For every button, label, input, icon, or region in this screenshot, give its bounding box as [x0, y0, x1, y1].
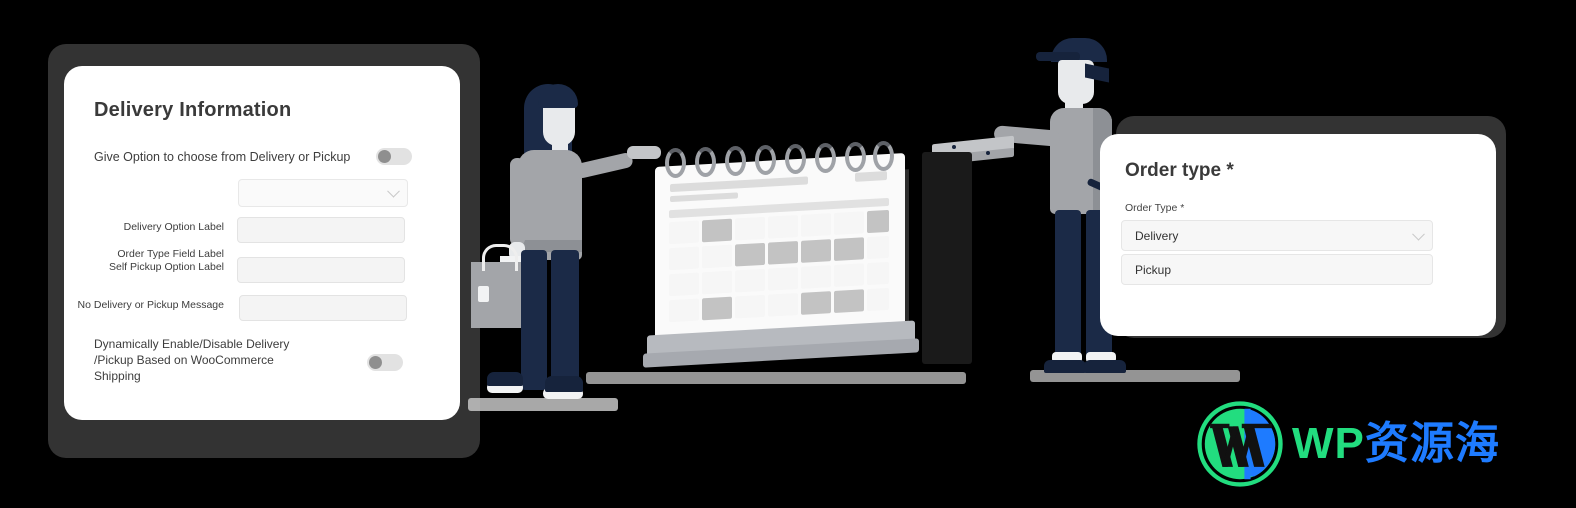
- pizza-box-dot: [986, 151, 990, 155]
- calendar-cell: [834, 211, 864, 235]
- shopper-left-shoe: [487, 372, 523, 386]
- calendar-cell: [669, 220, 699, 245]
- order-type-field-label: Order Type Field Label: [117, 248, 224, 260]
- dynamic-enable-toggle[interactable]: [367, 354, 403, 371]
- give-option-label: Give Option to choose from Delivery or P…: [94, 150, 351, 164]
- calendar-cell: [834, 237, 864, 261]
- courier-bag: [922, 152, 972, 364]
- delivery-information-card: Delivery Information Give Option to choo…: [64, 66, 460, 420]
- chevron-down-icon: [1412, 227, 1425, 241]
- calendar-cell: [702, 244, 732, 269]
- wordpress-logo-icon: [1197, 401, 1283, 487]
- courier-left-leg: [1055, 210, 1081, 358]
- watermark: WP资源海: [1196, 400, 1500, 488]
- calendar-ring: [755, 145, 776, 175]
- shopper-right-hand: [627, 146, 661, 159]
- pizza-box-dot: [952, 145, 956, 149]
- watermark-text: WP资源海: [1292, 422, 1500, 466]
- calendar-cell: [768, 266, 798, 291]
- chevron-down-icon: [387, 184, 400, 198]
- calendar-ring: [665, 148, 686, 178]
- calendar-ring: [785, 144, 806, 174]
- shopper-right-leg: [551, 250, 579, 386]
- order-type-selected-value: Delivery: [1135, 228, 1179, 243]
- calendar-ring: [695, 147, 716, 177]
- order-type-option-label: Pickup: [1135, 262, 1172, 277]
- calendar-ring: [815, 143, 836, 173]
- order-type-field-select[interactable]: [238, 179, 408, 207]
- courier-right-shoe: [1084, 360, 1126, 373]
- shopper-ground-shadow: [468, 398, 618, 411]
- calendar-cell: [768, 292, 798, 317]
- calendar-title-bar: [670, 176, 808, 193]
- order-type-option-pickup[interactable]: Pickup: [1121, 254, 1433, 285]
- calendar-cell: [735, 216, 765, 241]
- calendar-cell: [867, 235, 889, 260]
- page-title: Delivery Information: [94, 99, 292, 121]
- calendar-sub-bar: [670, 192, 738, 203]
- order-type-card: Order type * Order Type * Delivery Picku…: [1100, 134, 1496, 336]
- calendar-cell: [669, 246, 699, 271]
- calendar-ground-shadow: [586, 372, 966, 384]
- calendar-cell: [867, 287, 889, 312]
- desk-calendar: [643, 141, 919, 368]
- calendar-cell: [669, 272, 699, 297]
- calendar-cell: [801, 265, 831, 289]
- order-type-field-label: Order Type *: [1125, 202, 1185, 214]
- calendar-cell: [735, 268, 765, 293]
- calendar-page: [655, 153, 905, 342]
- shopper-left-arm: [510, 158, 525, 246]
- calendar-ring: [845, 142, 866, 172]
- delivery-option-input[interactable]: [237, 217, 405, 243]
- shopping-bag-handle: [482, 244, 518, 271]
- calendar-cell: [702, 296, 732, 321]
- calendar-cell: [735, 242, 765, 267]
- calendar-cell: [702, 218, 732, 243]
- calendar-cell: [768, 240, 798, 265]
- delivery-option-label: Delivery Option Label: [123, 221, 224, 233]
- watermark-text-en: WP: [1292, 419, 1365, 468]
- calendar-cell: [768, 214, 798, 239]
- calendar-cell: [801, 239, 831, 263]
- toggle-knob: [369, 356, 382, 369]
- calendar-cell: [867, 261, 889, 286]
- calendar-cell: [669, 298, 699, 323]
- toggle-knob: [378, 150, 391, 163]
- no-delivery-message-input[interactable]: [239, 295, 407, 321]
- watermark-text-cn: 资源海: [1364, 419, 1500, 468]
- order-type-title: Order type *: [1125, 160, 1234, 181]
- dynamic-enable-label: Dynamically Enable/Disable Delivery /Pic…: [94, 337, 290, 383]
- calendar-ring: [725, 146, 746, 176]
- calendar-month-bar: [855, 171, 887, 182]
- order-type-select[interactable]: Delivery: [1121, 220, 1433, 251]
- calendar-cell: [834, 289, 864, 313]
- self-pickup-option-label: Self Pickup Option Label: [109, 261, 224, 273]
- shopping-bag-tag: [478, 286, 489, 302]
- calendar-ring: [873, 141, 894, 171]
- calendar-cell: [867, 209, 889, 234]
- calendar-cell: [801, 291, 831, 315]
- give-option-toggle[interactable]: [376, 148, 412, 165]
- courier-left-shoe: [1044, 360, 1086, 373]
- self-pickup-option-input[interactable]: [237, 257, 405, 283]
- calendar-cell: [834, 263, 864, 287]
- calendar-cell: [702, 270, 732, 295]
- calendar-cell: [801, 213, 831, 237]
- shopper-right-shoe: [545, 376, 583, 392]
- calendar-cell: [735, 294, 765, 319]
- shopper-left-leg: [521, 250, 547, 390]
- no-delivery-message-label: No Delivery or Pickup Message: [77, 299, 224, 311]
- screenshot-root: Delivery Information Give Option to choo…: [0, 0, 1576, 508]
- shopper-right-arm: [574, 151, 634, 180]
